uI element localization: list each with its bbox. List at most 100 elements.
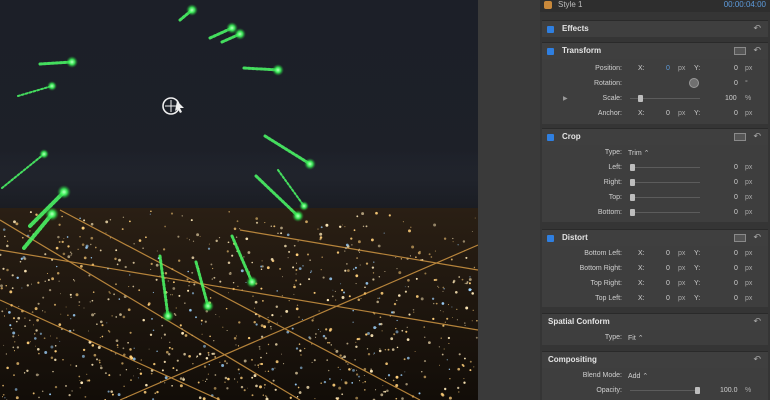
crop-enable-checkbox[interactable] [547, 134, 554, 141]
crop-top-slider[interactable] [630, 194, 700, 201]
city-light [325, 223, 329, 227]
distort-onscreen-icon[interactable] [734, 234, 746, 242]
disclosure-triangle-icon[interactable]: ▶ [563, 95, 568, 102]
scale-slider[interactable] [630, 95, 700, 102]
city-light [145, 236, 147, 239]
city-light [292, 266, 295, 269]
video-viewer[interactable] [0, 0, 478, 400]
city-light [113, 293, 115, 296]
crop-top-row: Top: 0 px [542, 191, 768, 205]
effects-header[interactable]: Effects ↶ [542, 21, 768, 37]
city-light [283, 363, 285, 365]
top-left-y-value[interactable]: 0 [734, 295, 738, 302]
reset-icon[interactable]: ↶ [753, 354, 761, 365]
city-light [74, 280, 76, 282]
bottom-left-y-value[interactable]: 0 [734, 250, 738, 257]
city-light [127, 342, 129, 344]
slider-knob[interactable] [630, 209, 635, 216]
city-light [264, 387, 266, 389]
city-light [23, 257, 27, 261]
slider-knob[interactable] [637, 95, 643, 102]
city-light [29, 230, 31, 232]
effects-enable-checkbox[interactable] [547, 26, 554, 33]
crop-top-value[interactable]: 0 [734, 194, 738, 201]
section-compositing: Compositing ↶ Blend Mode: Add ⌃ Opacity:… [542, 351, 768, 400]
city-light [35, 329, 38, 332]
opacity-value[interactable]: 100.0 [720, 387, 738, 394]
distort-enable-checkbox[interactable] [547, 235, 554, 242]
top-left-x-value[interactable]: 0 [666, 295, 670, 302]
crop-type-popup[interactable]: Trim ⌃ [628, 149, 650, 157]
bottom-right-x-value[interactable]: 0 [666, 265, 670, 272]
transform-onscreen-icon[interactable] [734, 47, 746, 55]
top-right-y-value[interactable]: 0 [734, 280, 738, 287]
crop-left-value[interactable]: 0 [734, 164, 738, 171]
reset-icon[interactable]: ↶ [753, 316, 761, 327]
city-light [251, 394, 254, 397]
reset-icon[interactable]: ↶ [753, 131, 761, 142]
scale-value[interactable]: 100 [725, 95, 737, 102]
city-light [339, 354, 342, 357]
city-light [129, 220, 131, 223]
conform-type-popup[interactable]: Fit ⌃ [628, 334, 644, 342]
crosshair-icon[interactable] [162, 97, 184, 115]
anchor-y-value[interactable]: 0 [734, 110, 738, 117]
city-light [255, 221, 259, 224]
city-light [195, 316, 197, 319]
crop-header[interactable]: Crop ↶ [542, 129, 768, 145]
compositing-header[interactable]: Compositing ↶ [542, 352, 768, 368]
spatial-conform-header[interactable]: Spatial Conform ↶ [542, 314, 768, 330]
reset-icon[interactable]: ↶ [753, 232, 761, 243]
city-light [81, 226, 85, 230]
city-light [59, 340, 61, 342]
crop-right-slider[interactable] [630, 179, 700, 186]
crop-onscreen-icon[interactable] [734, 133, 746, 141]
slider-knob[interactable] [695, 387, 700, 394]
city-light [388, 214, 391, 217]
city-light [15, 222, 19, 226]
rotation-dial[interactable] [689, 78, 699, 88]
city-light [364, 286, 366, 289]
city-light [130, 379, 132, 381]
blend-mode-popup[interactable]: Add ⌃ [628, 372, 648, 380]
city-light [319, 331, 321, 333]
top-right-x-value[interactable]: 0 [666, 280, 670, 287]
distort-header[interactable]: Distort ↶ [542, 230, 768, 246]
slider-knob[interactable] [630, 194, 635, 201]
city-light [295, 269, 298, 271]
unit-label: px [745, 265, 753, 272]
city-light [356, 369, 358, 371]
city-light [306, 253, 310, 256]
streak-glow [304, 158, 316, 170]
city-light [465, 256, 468, 259]
opacity-slider[interactable] [630, 387, 700, 394]
anchor-x-value[interactable]: 0 [666, 110, 670, 117]
rotation-value[interactable]: 0 [734, 80, 738, 87]
city-light [408, 229, 411, 233]
reset-icon[interactable]: ↶ [753, 45, 761, 56]
crop-left-slider[interactable] [630, 164, 700, 171]
city-light [452, 237, 454, 240]
city-light [133, 375, 134, 377]
transform-enable-checkbox[interactable] [547, 48, 554, 55]
crop-bottom-slider[interactable] [630, 209, 700, 216]
city-light [65, 384, 67, 387]
bottom-right-y-value[interactable]: 0 [734, 265, 738, 272]
city-light [265, 395, 267, 397]
x-label: X: [638, 295, 645, 302]
city-light [213, 387, 217, 390]
slider-knob[interactable] [630, 164, 635, 171]
crop-right-value[interactable]: 0 [734, 179, 738, 186]
slider-knob[interactable] [630, 179, 635, 186]
bottom-left-x-value[interactable]: 0 [666, 250, 670, 257]
reset-icon[interactable]: ↶ [753, 23, 761, 34]
city-light [266, 396, 268, 398]
city-light [379, 348, 381, 350]
city-light [47, 278, 50, 282]
transform-header[interactable]: Transform ↶ [542, 43, 768, 59]
crop-bottom-value[interactable]: 0 [734, 209, 738, 216]
position-x-value[interactable]: 0 [666, 65, 670, 72]
city-light [205, 378, 208, 381]
position-y-value[interactable]: 0 [734, 65, 738, 72]
city-light [171, 347, 174, 350]
